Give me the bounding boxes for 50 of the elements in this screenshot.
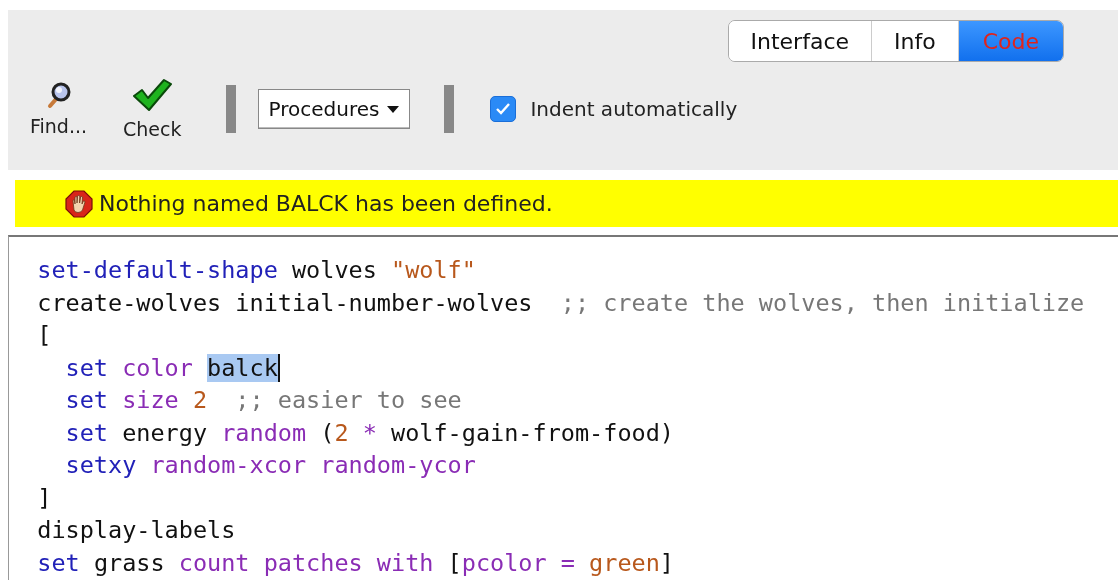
code-token: setxy: [65, 451, 137, 479]
code-token: =: [559, 548, 575, 577]
caret-icon: [387, 105, 400, 113]
code-editor[interactable]: [8, 235, 1118, 580]
selected-text: balck: [207, 353, 280, 382]
code-token: display-labels: [37, 516, 236, 544]
code-token: (: [319, 418, 335, 447]
code-token: patches: [262, 548, 363, 577]
code-token: grass: [92, 548, 165, 577]
magnifier-icon: [45, 81, 72, 109]
code-token: green: [588, 548, 660, 577]
error-message: Nothing named BALCK has been defined.: [99, 191, 553, 216]
check-button[interactable]: Check: [123, 78, 182, 140]
code-token: 2: [334, 418, 349, 447]
code-token: random: [220, 418, 307, 447]
code-token: create-wolves: [37, 288, 222, 317]
code-token: ]: [659, 548, 674, 577]
code-token: set: [37, 548, 80, 577]
code-token: [: [446, 548, 462, 577]
code-token: 2: [191, 386, 208, 414]
code-comment: ;; easier to see: [234, 386, 462, 414]
code-token: *: [361, 418, 377, 447]
code-token: wolves: [290, 256, 377, 284]
code-token: [: [37, 321, 52, 349]
stop-hand-icon: [65, 189, 93, 218]
code-token: set-default-shape: [37, 256, 278, 284]
code-token: set: [65, 418, 109, 447]
code-token: color: [121, 353, 194, 382]
code-comment: ;; create the wolves, then initialize: [559, 288, 1085, 317]
checkbox-label[interactable]: Indent automatically: [530, 97, 738, 121]
code-token: size: [121, 386, 179, 414]
code-token: ]: [37, 483, 52, 512]
find-button[interactable]: Find...: [30, 81, 88, 137]
code-token: set: [65, 386, 109, 414]
code-token: wolf-gain-from-food): [390, 418, 674, 447]
code-token: count: [177, 548, 250, 577]
code-token: with: [375, 548, 434, 577]
procedures-dropdown[interactable]: Procedures: [257, 89, 411, 129]
code-token: energy: [121, 418, 208, 447]
code-token: random-ycor: [319, 451, 476, 479]
checkmark-icon: [495, 102, 512, 116]
checkmark-icon: [132, 78, 173, 112]
indent-checkbox[interactable]: [490, 96, 517, 122]
code-token: set: [65, 353, 109, 382]
code-token: random-xcor: [149, 451, 307, 479]
toolbar-separator: [444, 85, 455, 133]
code-token: pcolor: [461, 548, 547, 577]
code-token: initial-number-wolves: [234, 288, 533, 317]
code-token: "wolf": [390, 256, 476, 284]
toolbar-separator: [225, 85, 236, 133]
